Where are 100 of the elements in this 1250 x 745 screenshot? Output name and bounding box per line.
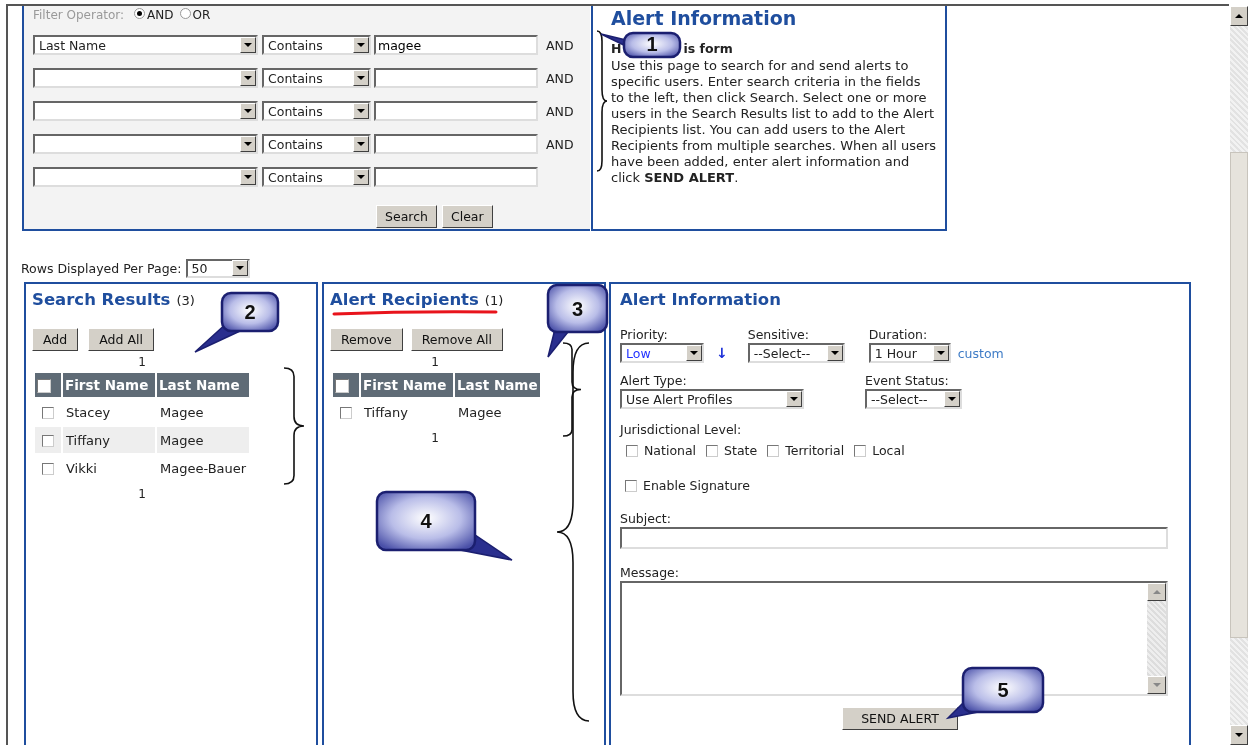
priority-label: Priority: xyxy=(620,327,669,342)
row-checkbox[interactable] xyxy=(42,407,54,419)
table-row[interactable]: Tiffany Magee xyxy=(333,399,540,425)
table-row[interactable]: Vikki Magee-Bauer xyxy=(35,455,250,481)
row-checkbox[interactable] xyxy=(42,463,54,475)
checkbox[interactable] xyxy=(767,444,780,457)
table-row[interactable]: Stacey Magee xyxy=(35,399,250,425)
field-dropdown[interactable] xyxy=(33,68,258,88)
column-header[interactable]: First Name xyxy=(361,373,453,397)
panel-title: Search Results xyxy=(32,290,171,309)
rows-per-page-label: Rows Displayed Per Page: xyxy=(21,260,182,276)
field-dropdown[interactable] xyxy=(33,101,258,121)
list-button[interactable]: Remove xyxy=(330,328,403,351)
checkbox-option[interactable]: Territorial xyxy=(767,443,845,458)
checkbox[interactable] xyxy=(706,444,719,457)
table-cell: Tiffany xyxy=(63,427,155,453)
rows-per-page-dropdown[interactable]: 50 xyxy=(185,258,250,278)
select-all-checkbox[interactable] xyxy=(37,379,51,393)
duration-label: Duration: xyxy=(868,327,929,342)
message-label: Message: xyxy=(620,564,680,580)
column-header[interactable]: First Name xyxy=(63,373,155,397)
condition-dropdown[interactable]: Contains xyxy=(262,134,371,154)
table-cell-text: Stacey xyxy=(65,403,112,422)
help-text: Use this page to search for and send alerts to specific users. Enter search criteria in the fields to the left, then click Search. Select one or more users in the Search Results list to add to the Alert Recipients list. You can add users to the Alert Recipients from multiple searches. When all users have been added, enter alert information and click SEND ALERT. xyxy=(611,58,937,186)
radio-option[interactable]: OR xyxy=(179,8,211,22)
column-header[interactable]: Last Name xyxy=(157,373,250,397)
scroll-down-button[interactable] xyxy=(1230,725,1248,745)
checkbox-option[interactable]: Enable Signature xyxy=(625,478,750,493)
help-heading: is form xyxy=(683,41,733,57)
result-count: (3) xyxy=(176,293,195,308)
result-count: (1) xyxy=(484,293,504,308)
send-alert-button[interactable]: SEND ALERT xyxy=(842,706,958,730)
column-header[interactable]: Last Name xyxy=(455,373,540,397)
joiner-label: AND xyxy=(546,70,574,86)
scroll-up-button[interactable] xyxy=(1230,6,1248,26)
select-all-checkbox[interactable] xyxy=(335,379,349,393)
condition-dropdown[interactable]: Contains xyxy=(262,167,371,187)
scroll-down-button[interactable] xyxy=(1147,675,1166,694)
value-field[interactable] xyxy=(374,68,538,88)
checkbox-option[interactable]: National xyxy=(626,443,697,458)
page-number[interactable]: 1 xyxy=(330,355,540,371)
help-title: Alert Information xyxy=(611,6,798,30)
scrollbar-thumb[interactable] xyxy=(1230,152,1248,638)
filter-button[interactable]: Clear xyxy=(441,205,493,228)
panel-title: Alert Information xyxy=(620,290,782,309)
joiner-label: AND xyxy=(546,136,574,152)
checkbox[interactable] xyxy=(625,479,637,492)
row-checkbox[interactable] xyxy=(42,435,54,447)
condition-dropdown[interactable]: Contains xyxy=(262,101,371,121)
table-cell-text: Vikki xyxy=(65,459,98,478)
event-status-dropdown[interactable]: --Select-- xyxy=(865,389,962,409)
table-cell-text: Magee xyxy=(159,403,205,422)
checkbox[interactable] xyxy=(626,444,638,457)
scroll-up-button[interactable] xyxy=(1147,582,1166,601)
value-field[interactable] xyxy=(374,134,538,154)
checkbox-option[interactable]: State xyxy=(706,443,758,458)
table-cell: Magee xyxy=(157,427,250,453)
event-status-label: Event Status: xyxy=(865,373,950,388)
page-number[interactable]: 1 xyxy=(32,355,252,371)
sort-arrow[interactable]: ↓ xyxy=(716,345,728,361)
radio-option[interactable]: AND xyxy=(134,8,174,22)
alert-type-dropdown[interactable]: Use Alert Profiles xyxy=(620,389,804,409)
field-dropdown[interactable] xyxy=(33,134,258,154)
value-field[interactable] xyxy=(374,167,538,187)
radio-button[interactable] xyxy=(134,7,146,19)
list-button[interactable]: Add All xyxy=(88,328,154,351)
table-cell-text: Magee xyxy=(457,403,503,422)
duration-dropdown[interactable]: 1 Hour xyxy=(868,343,951,363)
filter-operator-label: Filter Operator: xyxy=(33,8,125,22)
help-heading: H xyxy=(611,41,622,57)
sensitive-dropdown[interactable]: --Select-- xyxy=(747,343,845,363)
custom-link[interactable]: custom xyxy=(957,346,1004,361)
scrollbar[interactable] xyxy=(1230,6,1248,745)
checkbox-option[interactable]: Local xyxy=(854,443,905,458)
alert-type-label: Alert Type: xyxy=(620,373,688,388)
joiner-label: AND xyxy=(546,37,574,53)
table-cell-text: Tiffany xyxy=(363,403,409,422)
subject-label: Subject: xyxy=(620,510,672,526)
panel-title: Alert Recipients xyxy=(330,290,479,309)
checkbox[interactable] xyxy=(854,444,867,457)
joiner-label: AND xyxy=(546,103,574,119)
list-button[interactable]: Add xyxy=(32,328,79,351)
table-row[interactable]: Tiffany Magee xyxy=(35,427,250,453)
list-button[interactable]: Remove All xyxy=(410,328,503,351)
jurisdiction-label: Jurisdictional Level: xyxy=(620,422,743,437)
page-number[interactable]: 1 xyxy=(32,487,252,503)
field-dropdown[interactable] xyxy=(33,167,258,187)
radio-button[interactable] xyxy=(179,7,191,19)
filter-button[interactable]: Search xyxy=(376,205,437,228)
value-field[interactable] xyxy=(374,101,538,121)
priority-dropdown[interactable]: Low xyxy=(620,343,704,363)
value-field[interactable]: magee xyxy=(374,35,538,55)
page-number[interactable]: 1 xyxy=(330,431,540,447)
row-checkbox[interactable] xyxy=(340,407,352,419)
condition-dropdown[interactable]: Contains xyxy=(262,35,371,55)
table-cell-text: Magee-Bauer xyxy=(159,459,248,478)
subject-field[interactable] xyxy=(620,526,1168,549)
condition-dropdown[interactable]: Contains xyxy=(262,68,371,88)
sensitive-label: Sensitive: xyxy=(747,327,810,342)
field-dropdown[interactable]: Last Name xyxy=(33,35,258,55)
